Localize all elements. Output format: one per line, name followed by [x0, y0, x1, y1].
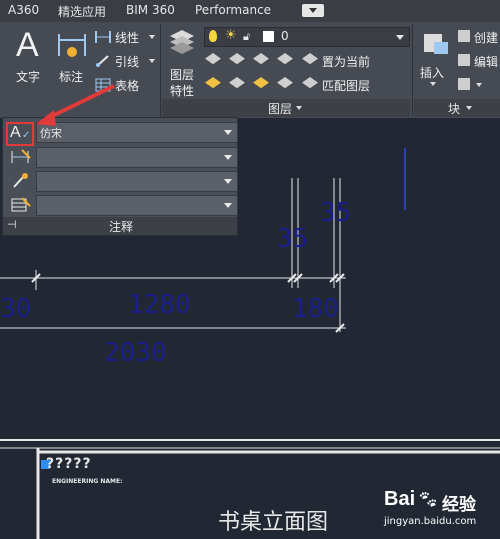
unlock-icon: 🔓︎	[243, 30, 251, 43]
dimension-style-icon[interactable]	[10, 148, 32, 166]
dimension-text[interactable]: 2030	[104, 338, 167, 368]
table-style-icon[interactable]	[10, 196, 32, 214]
insert-block-icon	[424, 34, 448, 54]
chevron-down-icon	[430, 82, 436, 86]
set-current-icon	[302, 53, 318, 65]
dimension-text[interactable]: 35	[320, 198, 351, 228]
multileader-style-dropdown[interactable]	[36, 171, 238, 192]
set-current-button[interactable]: 置为当前	[302, 52, 402, 70]
layer-lock-icon[interactable]	[277, 53, 293, 65]
baidu-watermark: Bai 🐾︎ 经验 jingyan.baidu.com	[380, 486, 500, 536]
color-swatch	[263, 31, 274, 42]
create-block-icon	[458, 30, 470, 42]
dimension-icon	[58, 34, 86, 57]
layer-dropdown[interactable]: ☀ 🔓︎ 0	[204, 27, 410, 47]
baidu-jingyan-text: 经验	[442, 495, 476, 515]
pin-icon[interactable]: ⊣	[7, 218, 17, 231]
layer-on-icon[interactable]	[205, 77, 221, 89]
text-a-icon: A	[16, 26, 39, 64]
layer-isolate-icon[interactable]	[229, 53, 245, 65]
layer-unlock-icon[interactable]	[277, 77, 293, 89]
chevron-down-icon	[396, 35, 404, 40]
tab-overflow-button[interactable]	[302, 4, 324, 17]
chevron-down-icon	[224, 155, 232, 160]
match-layer-icon	[302, 77, 318, 89]
linear-dim-button[interactable]: 线性	[95, 28, 157, 46]
tab-a360[interactable]: A360	[8, 3, 39, 17]
engineering-name-label[interactable]: ENGINEERING NAME:	[52, 478, 123, 485]
layer-tools-row-2	[205, 76, 315, 94]
layer-panel-bar[interactable]: 图层	[162, 99, 410, 117]
text-button[interactable]: A 文字	[10, 26, 50, 90]
insert-button[interactable]: 插入	[418, 28, 452, 96]
chevron-down-icon	[149, 59, 155, 63]
layer-stack-icon	[170, 30, 194, 54]
layer-off-icon[interactable]	[205, 53, 221, 65]
attribute-icon	[458, 78, 470, 90]
chevron-down-icon	[149, 35, 155, 39]
block-panel-bar[interactable]: 块	[414, 99, 500, 117]
block-attribute-button[interactable]	[458, 76, 488, 94]
title-placeholder[interactable]: ?????	[46, 456, 92, 472]
create-label: 创建	[474, 31, 499, 45]
chevron-down-icon	[466, 106, 472, 110]
lightbulb-icon	[209, 30, 217, 42]
dimension-text[interactable]: 1280	[128, 290, 191, 320]
tab-featured-apps[interactable]: 精选应用	[58, 3, 106, 20]
annotation-panel-label: 注释	[109, 220, 134, 234]
layer-dropdown-value: 0	[281, 29, 289, 43]
layer-props-label-2: 特性	[170, 84, 195, 98]
leader-button[interactable]: 引线	[95, 52, 157, 70]
set-current-label: 置为当前	[322, 55, 371, 69]
chevron-down-icon	[309, 8, 317, 13]
chevron-down-icon	[224, 203, 232, 208]
layer-props-label-1: 图层	[170, 68, 195, 82]
annotation-panel-bar[interactable]: ⊣ 注释	[3, 217, 237, 235]
edit-block-icon	[458, 54, 470, 66]
layer-freeze-icon[interactable]	[253, 53, 269, 65]
red-arrow-annotation	[36, 84, 115, 126]
tab-performance[interactable]: Performance	[195, 3, 271, 17]
watermark-url: jingyan.baidu.com	[384, 516, 477, 527]
multileader-style-icon[interactable]	[10, 172, 32, 190]
layer-panel-label: 图层	[268, 102, 293, 116]
chevron-down-icon	[224, 179, 232, 184]
dimension-text[interactable]: 180	[292, 294, 339, 324]
dimension-text[interactable]: 30	[0, 294, 31, 324]
layer-properties-button[interactable]: 图层 特性	[166, 26, 198, 98]
leader-label: 引线	[115, 55, 140, 69]
ribbon-tab-bar: A360 精选应用 BIM 360 Performance	[0, 0, 500, 22]
edit-block-button[interactable]: 编辑	[458, 52, 500, 70]
table-style-dropdown[interactable]	[36, 195, 238, 216]
layer-tools-row-1	[205, 52, 315, 70]
linear-dim-label: 线性	[115, 31, 140, 45]
match-layer-button[interactable]: 匹配图层	[302, 76, 402, 94]
linear-dim-icon	[95, 31, 111, 43]
dimension-style-dropdown[interactable]	[36, 147, 238, 168]
text-style-icon: A	[10, 124, 21, 141]
sun-icon: ☀	[225, 28, 237, 43]
paw-icon: 🐾︎	[417, 490, 439, 510]
drawing-title[interactable]: 书桌立面图	[218, 504, 328, 536]
chevron-down-icon	[476, 83, 482, 87]
baidu-brand-text: Bai	[384, 488, 416, 510]
block-panel-label: 块	[448, 102, 461, 116]
dimension-button[interactable]: 标注	[55, 26, 91, 90]
layer-unisolate-icon[interactable]	[229, 77, 245, 89]
chevron-down-icon	[224, 130, 232, 135]
create-block-button[interactable]: 创建	[458, 28, 500, 46]
match-layer-label: 匹配图层	[322, 79, 371, 93]
dimension-text[interactable]: 35	[277, 224, 308, 254]
chevron-down-icon	[296, 106, 302, 110]
insert-label: 插入	[420, 66, 445, 80]
ribbon-separator	[412, 24, 413, 116]
edit-label: 编辑	[474, 55, 499, 69]
ribbon-separator	[160, 24, 161, 116]
leader-icon	[96, 55, 109, 67]
annotation-panel-expanded: A ✓ 仿宋 ⊣ 注释	[2, 117, 238, 236]
layer-thaw-icon[interactable]	[253, 77, 269, 89]
tab-bim360[interactable]: BIM 360	[126, 3, 175, 17]
